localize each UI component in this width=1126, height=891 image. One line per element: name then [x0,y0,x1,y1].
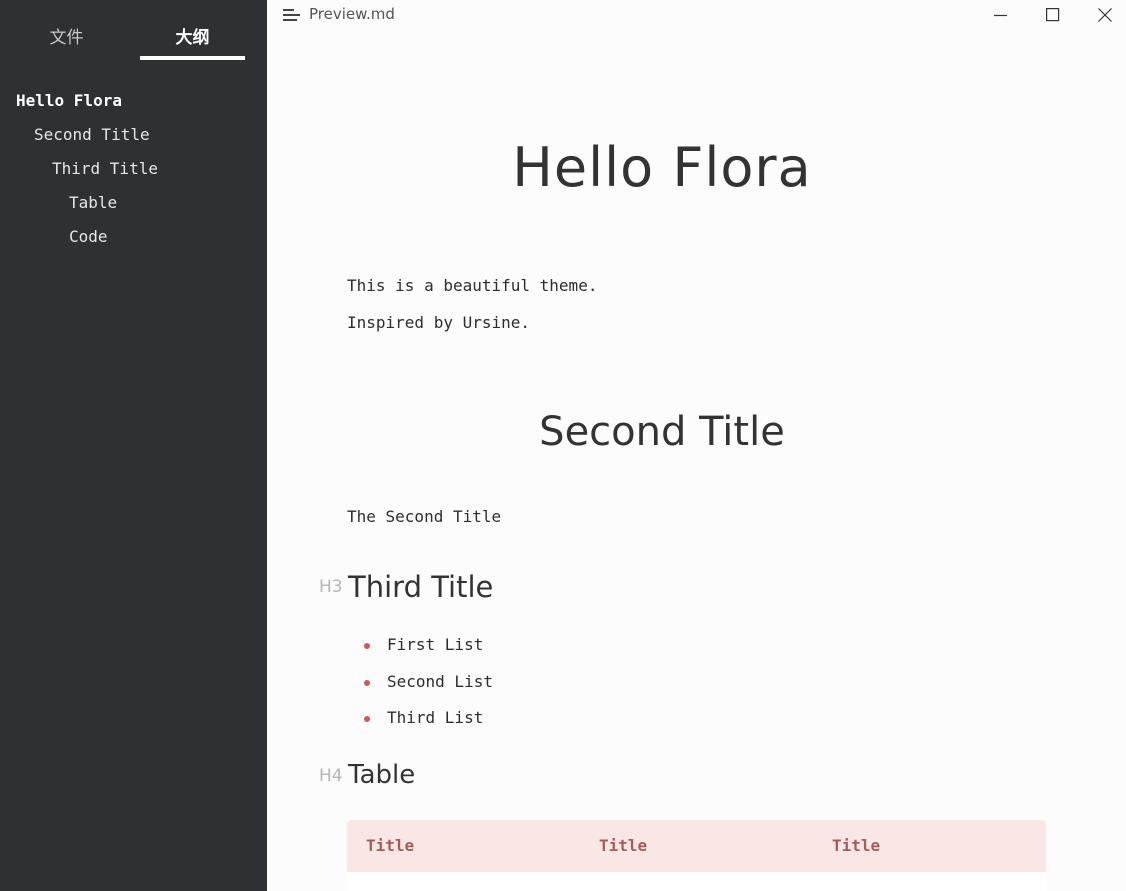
heading-1: Hello Flora [512,136,812,199]
close-icon [1098,8,1112,22]
minimize-icon [994,14,1007,17]
heading-4: Table [348,760,416,790]
menu-icon[interactable] [283,8,300,22]
bullet-icon [364,679,370,686]
outline-item-table[interactable]: Table [0,188,267,222]
list-item: Third List [363,706,493,743]
maximize-button[interactable] [1027,0,1079,30]
outline-list: Hello Flora Second Title Third Title Tab… [0,86,267,256]
bullet-list: First List Second List Third List [363,633,493,743]
maximize-icon [1046,8,1060,22]
markdown-table: Title Title Title [347,820,1046,891]
outline-item-hello-flora[interactable]: Hello Flora [0,86,267,120]
document-title: Preview.md [309,5,395,23]
tab-outline[interactable]: 大纲 [140,24,245,60]
minimize-button[interactable] [975,0,1027,30]
outline-item-second-title[interactable]: Second Title [0,120,267,154]
bullet-icon [364,716,370,722]
document-preview[interactable]: Hello Flora This is a beautiful theme. I… [267,30,1126,891]
sidebar-tabs: 文件 大纲 [0,0,267,62]
paragraph: Inspired by Ursine. [347,313,531,332]
sidebar: 文件 大纲 Hello Flora Second Title Third Tit… [0,0,267,891]
list-item: First List [363,633,493,670]
table-header-cell: Title [366,836,415,855]
bullet-icon [364,643,370,649]
table-header-cell: Title [599,836,648,855]
outline-item-code[interactable]: Code [0,222,267,256]
table-header-cell: Title [832,836,881,855]
heading-2: Second Title [539,409,785,455]
list-item: Second List [363,670,493,707]
paragraph: This is a beautiful theme. [347,276,598,295]
paragraph: The Second Title [347,507,502,526]
table-header: Title Title Title [347,820,1046,872]
outline-item-third-title[interactable]: Third Title [0,154,267,188]
close-button[interactable] [1079,0,1126,30]
heading-level-marker: H3 [319,577,343,597]
tab-files[interactable]: 文件 [14,24,119,60]
heading-3: Third Title [348,570,494,604]
heading-level-marker: H4 [319,766,343,786]
list-item-text: First List [387,635,484,654]
title-bar: Preview.md [267,0,1126,30]
list-item-text: Second List [387,671,493,691]
list-item-text: Third List [387,708,484,727]
